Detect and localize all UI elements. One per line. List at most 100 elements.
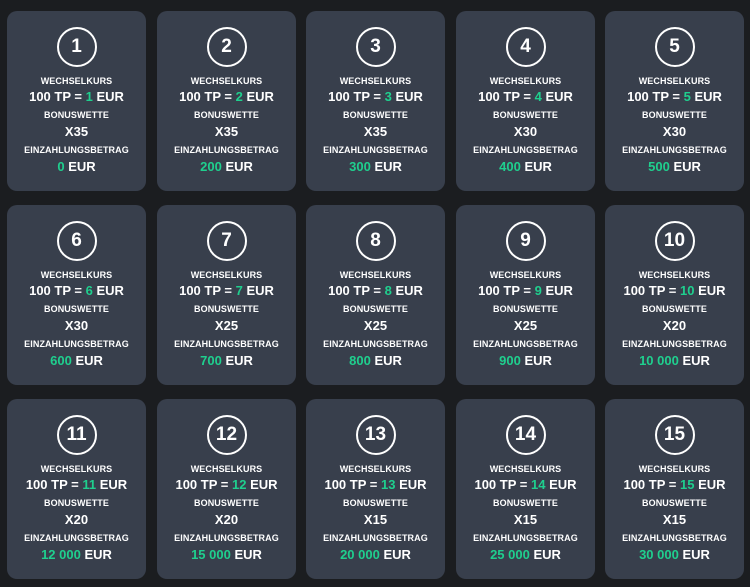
deposit-currency: EUR [682, 547, 710, 562]
bonus-wager-value: X35 [64, 124, 89, 139]
exchange-rate-value: 100 TP = 12 EUR [157, 477, 296, 492]
rate-currency: EUR [698, 477, 726, 492]
deposit-amount-label: EINZAHLUNGSBETRAG [622, 339, 727, 349]
deposit-currency: EUR [75, 353, 103, 368]
rate-prefix: 100 TP = [175, 477, 232, 492]
level-number-badge: 1 [56, 27, 97, 67]
rate-prefix: 100 TP = [478, 89, 535, 104]
deposit-currency: EUR [524, 159, 552, 174]
exchange-rate-label: WECHSELKURS [339, 76, 412, 86]
rate-value: 10 [679, 283, 695, 298]
level-number-badge: 7 [206, 221, 247, 261]
exchange-rate-value: 100 TP = 8 EUR [306, 283, 445, 298]
deposit-amount-value: 200 EUR [157, 159, 296, 174]
exchange-rate-label: WECHSELKURS [638, 464, 711, 474]
rate-prefix: 100 TP = [328, 283, 385, 298]
deposit-value: 20 000 [340, 547, 380, 562]
deposit-amount-label: EINZAHLUNGSBETRAG [323, 533, 428, 543]
level-number-badge: 8 [355, 221, 396, 261]
exchange-rate-label: WECHSELKURS [40, 464, 113, 474]
bonus-wager-value: X15 [662, 512, 687, 527]
level-card-1: 1 WECHSELKURS 100 TP = 1 EUR BONUSWETTE X35 E… [7, 11, 146, 191]
deposit-amount-label: EINZAHLUNGSBETRAG [323, 145, 428, 155]
level-number-badge: 15 [654, 415, 695, 455]
bonus-wager-value: X20 [64, 512, 89, 527]
deposit-currency: EUR [682, 353, 710, 368]
rate-value: 3 [384, 89, 392, 104]
bonus-wager-value: X25 [363, 318, 388, 333]
exchange-rate-label: WECHSELKURS [489, 76, 562, 86]
exchange-rate-label: WECHSELKURS [190, 464, 263, 474]
deposit-amount-label: EINZAHLUNGSBETRAG [174, 339, 279, 349]
bonus-wager-value: X20 [662, 318, 687, 333]
level-card-14: 14 WECHSELKURS 100 TP = 14 EUR BONUSWETTE X1… [456, 399, 595, 579]
rate-currency: EUR [246, 283, 274, 298]
exchange-rate-label: WECHSELKURS [190, 76, 263, 86]
level-card-2: 2 WECHSELKURS 100 TP = 2 EUR BONUSWETTE X35 E… [157, 11, 296, 191]
exchange-rate-label: WECHSELKURS [638, 270, 711, 280]
level-card-3: 3 WECHSELKURS 100 TP = 3 EUR BONUSWETTE X35 E… [306, 11, 445, 191]
exchange-rate-value: 100 TP = 4 EUR [456, 89, 595, 104]
level-card-12: 12 WECHSELKURS 100 TP = 12 EUR BONUSWETTE X2… [157, 399, 296, 579]
bonus-wager-value: X15 [363, 512, 388, 527]
exchange-rate-label: WECHSELKURS [339, 464, 412, 474]
deposit-amount-value: 600 EUR [7, 353, 146, 368]
rate-currency: EUR [395, 283, 423, 298]
deposit-currency: EUR [533, 547, 561, 562]
deposit-amount-value: 700 EUR [157, 353, 296, 368]
rate-currency: EUR [545, 283, 573, 298]
rate-currency: EUR [549, 477, 577, 492]
rate-value: 15 [679, 477, 695, 492]
levels-grid: 1 WECHSELKURS 100 TP = 1 EUR BONUSWETTE X35 E… [0, 0, 750, 587]
level-card-13: 13 WECHSELKURS 100 TP = 13 EUR BONUSWETTE X1… [306, 399, 445, 579]
bonus-wager-label: BONUSWETTE [194, 110, 259, 120]
rate-currency: EUR [399, 477, 427, 492]
deposit-value: 900 [499, 353, 521, 368]
exchange-rate-value: 100 TP = 14 EUR [456, 477, 595, 492]
level-card-8: 8 WECHSELKURS 100 TP = 8 EUR BONUSWETTE X25 E… [306, 205, 445, 385]
rate-prefix: 100 TP = [29, 89, 86, 104]
exchange-rate-value: 100 TP = 15 EUR [605, 477, 744, 492]
rate-prefix: 100 TP = [179, 89, 236, 104]
exchange-rate-value: 100 TP = 10 EUR [605, 283, 744, 298]
rate-prefix: 100 TP = [623, 477, 680, 492]
rate-prefix: 100 TP = [627, 89, 684, 104]
level-number-badge: 5 [654, 27, 695, 67]
bonus-wager-value: X30 [513, 124, 538, 139]
deposit-amount-label: EINZAHLUNGSBETRAG [323, 339, 428, 349]
bonus-wager-value: X25 [513, 318, 538, 333]
exchange-rate-label: WECHSELKURS [489, 464, 562, 474]
bonus-wager-value: X30 [662, 124, 687, 139]
bonus-wager-label: BONUSWETTE [493, 110, 558, 120]
exchange-rate-value: 100 TP = 9 EUR [456, 283, 595, 298]
deposit-value: 700 [200, 353, 222, 368]
bonus-wager-label: BONUSWETTE [642, 498, 707, 508]
bonus-wager-label: BONUSWETTE [493, 304, 558, 314]
exchange-rate-label: WECHSELKURS [40, 270, 113, 280]
bonus-wager-label: BONUSWETTE [493, 498, 558, 508]
deposit-amount-label: EINZAHLUNGSBETRAG [174, 145, 279, 155]
rate-value: 2 [235, 89, 243, 104]
deposit-currency: EUR [68, 159, 96, 174]
rate-currency: EUR [96, 283, 124, 298]
rate-currency: EUR [545, 89, 573, 104]
deposit-amount-value: 10 000 EUR [605, 353, 744, 368]
exchange-rate-value: 100 TP = 7 EUR [157, 283, 296, 298]
rate-value: 1 [85, 89, 93, 104]
level-number-badge: 13 [355, 415, 396, 455]
deposit-value: 400 [499, 159, 521, 174]
exchange-rate-value: 100 TP = 5 EUR [605, 89, 744, 104]
level-number-badge: 14 [505, 415, 546, 455]
exchange-rate-value: 100 TP = 1 EUR [7, 89, 146, 104]
level-card-11: 11 WECHSELKURS 100 TP = 11 EUR BONUSWETTE X2… [7, 399, 146, 579]
rate-value: 11 [82, 477, 97, 492]
level-card-5: 5 WECHSELKURS 100 TP = 5 EUR BONUSWETTE X30 E… [605, 11, 744, 191]
deposit-amount-value: 30 000 EUR [605, 547, 744, 562]
deposit-value: 0 [57, 159, 65, 174]
exchange-rate-value: 100 TP = 2 EUR [157, 89, 296, 104]
deposit-amount-label: EINZAHLUNGSBETRAG [473, 339, 578, 349]
deposit-amount-label: EINZAHLUNGSBETRAG [473, 533, 578, 543]
bonus-wager-value: X20 [214, 512, 239, 527]
deposit-value: 12 000 [41, 547, 81, 562]
deposit-currency: EUR [225, 159, 253, 174]
